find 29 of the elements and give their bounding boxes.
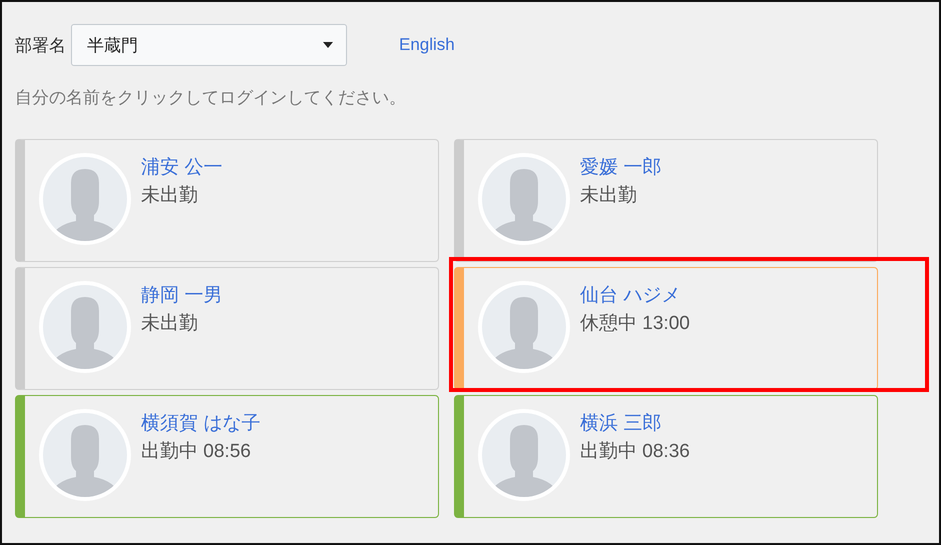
status-text: 未出勤 — [141, 312, 199, 336]
status-text: 休憩中 13:00 — [580, 312, 690, 336]
status-text: 出勤中 08:56 — [141, 440, 252, 464]
avatar-icon — [39, 153, 131, 245]
employee-name[interactable]: 横浜 三郎 — [580, 411, 690, 437]
status-text: 未出勤 — [141, 184, 199, 208]
employee-card[interactable]: 横浜 三郎 出勤中 08:36 — [454, 395, 878, 518]
language-link[interactable]: English — [399, 35, 455, 55]
instruction-text: 自分の名前をクリックしてログインしてください。 — [15, 87, 407, 109]
employee-name[interactable]: 横須賀 はな子 — [141, 411, 260, 437]
employee-card[interactable]: 仙台 ハジメ 休憩中 13:00 — [454, 267, 878, 390]
department-dropdown[interactable]: 半蔵門 — [71, 24, 347, 66]
avatar-icon — [478, 281, 570, 373]
employee-name[interactable]: 静岡 一男 — [141, 283, 222, 309]
employee-name[interactable]: 愛媛 一郎 — [580, 155, 662, 181]
status-text: 出勤中 08:36 — [580, 440, 690, 464]
department-label: 部署名 — [15, 34, 66, 56]
employee-card[interactable]: 横須賀 はな子 出勤中 08:56 — [15, 395, 439, 518]
status-text: 未出勤 — [580, 184, 638, 208]
avatar-icon — [478, 153, 570, 245]
avatar-icon — [478, 409, 570, 501]
employee-card[interactable]: 静岡 一男 未出勤 — [15, 267, 439, 390]
employee-card[interactable]: 浦安 公一 未出勤 — [15, 139, 439, 262]
employee-card[interactable]: 愛媛 一郎 未出勤 — [454, 139, 878, 262]
caret-icon — [323, 42, 333, 48]
employee-name[interactable]: 浦安 公一 — [141, 155, 222, 181]
avatar-icon — [39, 281, 131, 373]
avatar-icon — [39, 409, 131, 501]
employee-name[interactable]: 仙台 ハジメ — [580, 283, 690, 309]
